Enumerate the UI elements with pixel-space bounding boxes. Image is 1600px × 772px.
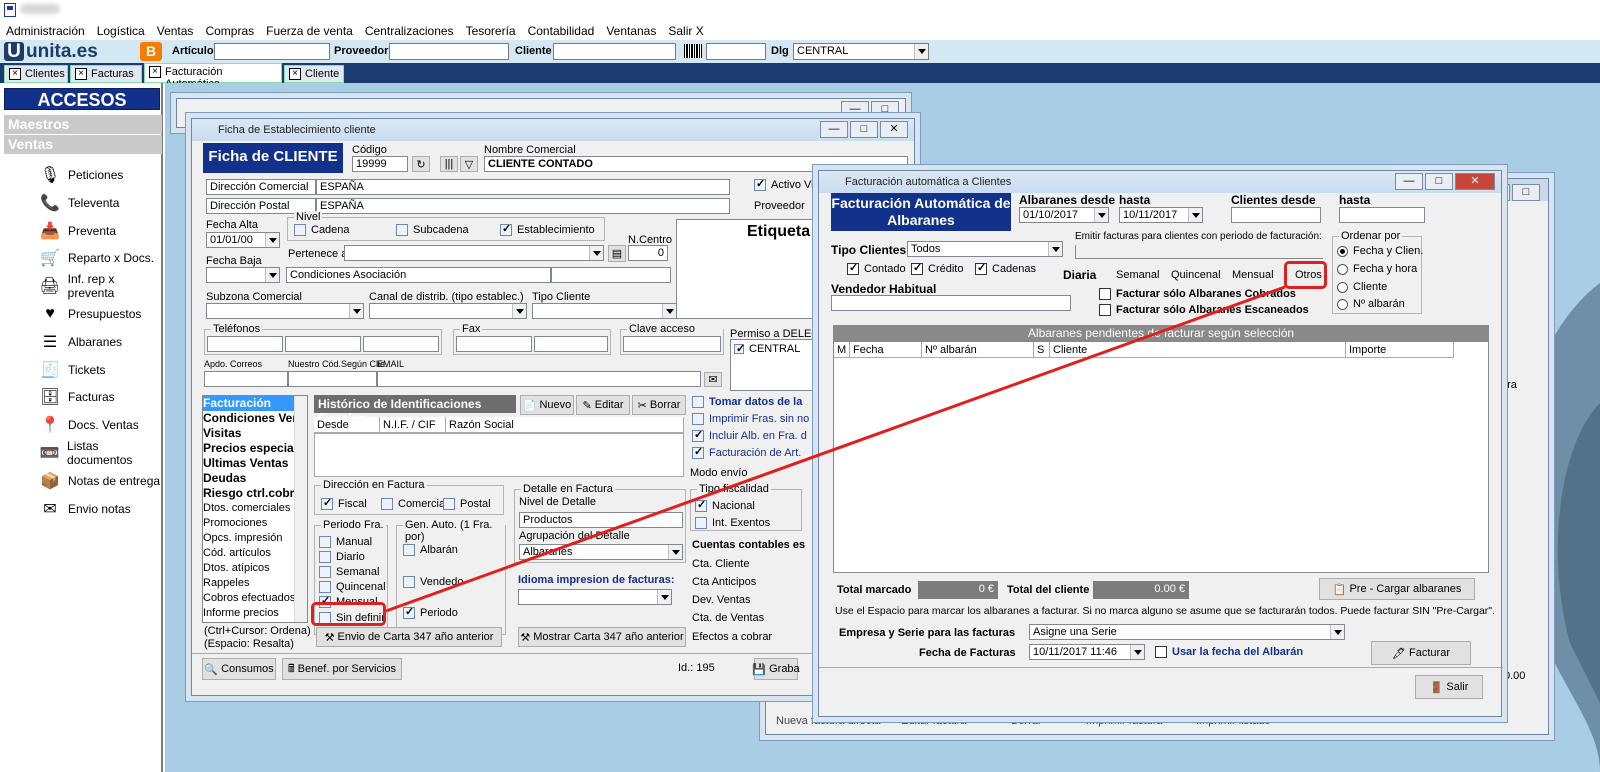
annotation-arrow: [385, 285, 1286, 613]
